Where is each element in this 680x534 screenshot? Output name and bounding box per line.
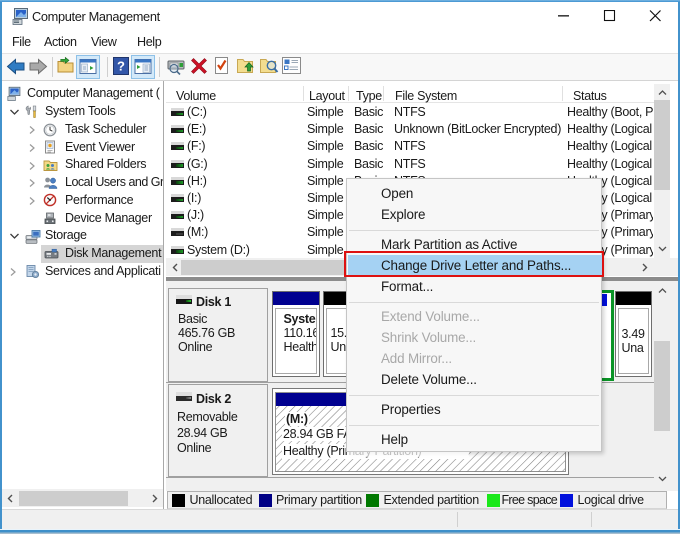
svg-text:?: ?	[117, 59, 125, 74]
